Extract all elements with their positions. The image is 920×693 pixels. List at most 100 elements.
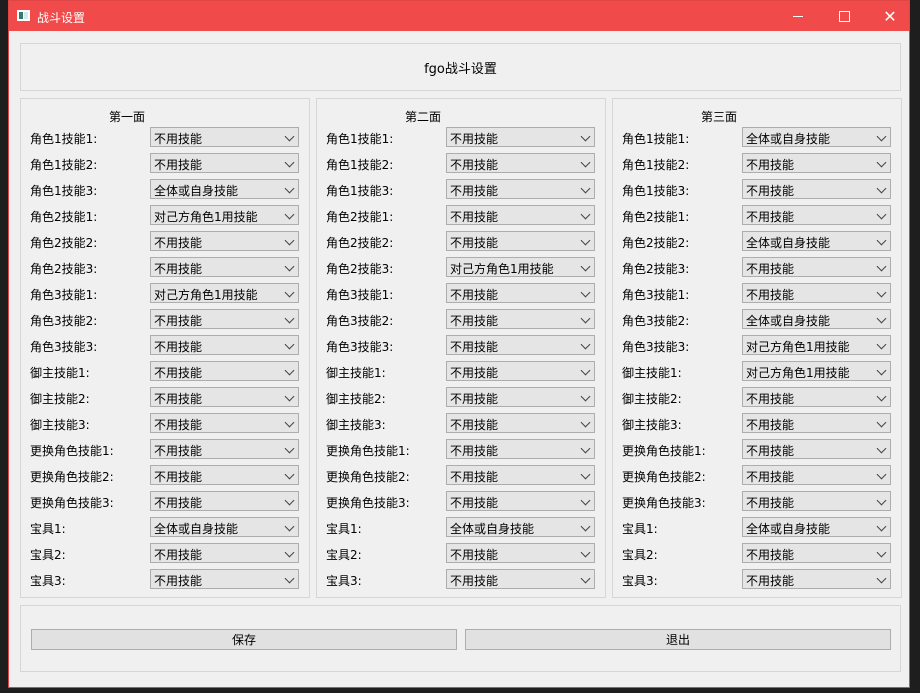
skill-select[interactable]: 不用技能 (446, 387, 595, 407)
exit-button[interactable]: 退出 (465, 629, 891, 650)
skill-select[interactable]: 全体或自身技能 (742, 231, 891, 251)
skill-select-value: 不用技能 (746, 158, 795, 172)
chevron-down-icon (580, 183, 591, 194)
setting-label: 宝具3: (622, 574, 658, 588)
skill-select[interactable]: 不用技能 (742, 179, 891, 199)
setting-row: 角色2技能2: 不用技能 (317, 231, 605, 251)
skill-select[interactable]: 不用技能 (446, 413, 595, 433)
maximize-button[interactable] (821, 1, 867, 31)
setting-row: 御主技能2: 不用技能 (317, 387, 605, 407)
skill-select[interactable]: 不用技能 (150, 491, 299, 511)
footer-panel: 保存 退出 (20, 605, 901, 672)
skill-select[interactable]: 不用技能 (150, 387, 299, 407)
setting-row: 宝具3: 不用技能 (613, 569, 901, 589)
skill-select[interactable]: 全体或自身技能 (742, 127, 891, 147)
skill-select[interactable]: 不用技能 (446, 491, 595, 511)
setting-row: 角色3技能3: 对己方角色1用技能 (613, 335, 901, 355)
skill-select[interactable]: 不用技能 (446, 335, 595, 355)
group-wave-3: 第三面 角色1技能1: 全体或自身技能 角色1技能2: 不用技能 角色1技能3: 不用技能角… (612, 98, 902, 598)
skill-select[interactable]: 不用技能 (150, 413, 299, 433)
skill-select[interactable]: 不用技能 (150, 257, 299, 277)
skill-select[interactable]: 不用技能 (150, 335, 299, 355)
skill-select[interactable]: 不用技能 (150, 231, 299, 251)
skill-select[interactable]: 不用技能 (150, 439, 299, 459)
chevron-down-icon (580, 469, 591, 480)
skill-select[interactable]: 全体或自身技能 (446, 517, 595, 537)
skill-select[interactable]: 对己方角色1用技能 (150, 283, 299, 303)
skill-select-value: 不用技能 (746, 444, 795, 458)
skill-select[interactable]: 全体或自身技能 (742, 309, 891, 329)
chevron-down-icon (876, 547, 887, 558)
skill-select-value: 不用技能 (450, 288, 499, 302)
skill-select[interactable]: 对己方角色1用技能 (742, 335, 891, 355)
skill-select[interactable]: 不用技能 (742, 413, 891, 433)
minimize-button[interactable] (775, 1, 821, 31)
skill-select[interactable]: 不用技能 (742, 439, 891, 459)
setting-label: 角色1技能3: (326, 184, 394, 198)
skill-select-value: 对己方角色1用技能 (450, 262, 554, 276)
skill-select[interactable]: 不用技能 (150, 569, 299, 589)
skill-select[interactable]: 全体或自身技能 (150, 517, 299, 537)
setting-row: 角色3技能3: 不用技能 (21, 335, 309, 355)
skill-select[interactable]: 不用技能 (742, 153, 891, 173)
skill-select[interactable]: 不用技能 (742, 491, 891, 511)
skill-select[interactable]: 不用技能 (446, 309, 595, 329)
setting-row: 角色2技能1: 不用技能 (317, 205, 605, 225)
setting-row: 宝具3: 不用技能 (21, 569, 309, 589)
skill-select[interactable]: 不用技能 (150, 543, 299, 563)
skill-select[interactable]: 不用技能 (446, 231, 595, 251)
skill-select[interactable]: 不用技能 (446, 465, 595, 485)
skill-select[interactable]: 不用技能 (446, 205, 595, 225)
skill-select[interactable]: 不用技能 (446, 543, 595, 563)
skill-select-value: 不用技能 (450, 314, 499, 328)
skill-select[interactable]: 不用技能 (150, 309, 299, 329)
skill-select[interactable]: 不用技能 (150, 127, 299, 147)
close-button[interactable]: ✕ (867, 1, 913, 31)
skill-select[interactable]: 不用技能 (742, 465, 891, 485)
skill-select[interactable]: 全体或自身技能 (150, 179, 299, 199)
skill-select[interactable]: 不用技能 (150, 361, 299, 381)
skill-select[interactable]: 不用技能 (742, 205, 891, 225)
save-button[interactable]: 保存 (31, 629, 457, 650)
skill-select[interactable]: 不用技能 (150, 465, 299, 485)
skill-select[interactable]: 不用技能 (742, 387, 891, 407)
skill-select[interactable]: 不用技能 (446, 283, 595, 303)
skill-select[interactable]: 不用技能 (742, 569, 891, 589)
skill-select[interactable]: 不用技能 (446, 439, 595, 459)
skill-select[interactable]: 不用技能 (742, 283, 891, 303)
setting-label: 宝具3: (326, 574, 362, 588)
setting-row: 角色2技能2: 不用技能 (21, 231, 309, 251)
skill-select-value: 不用技能 (450, 236, 499, 250)
title-bar[interactable]: 战斗设置 ✕ (9, 1, 909, 31)
setting-label: 角色3技能1: (622, 288, 690, 302)
skill-select-value: 不用技能 (746, 548, 795, 562)
skill-select[interactable]: 不用技能 (742, 257, 891, 277)
skill-select[interactable]: 不用技能 (446, 127, 595, 147)
chevron-down-icon (284, 131, 295, 142)
chevron-down-icon (580, 287, 591, 298)
chevron-down-icon (876, 157, 887, 168)
skill-select-value: 不用技能 (450, 470, 499, 484)
skill-select[interactable]: 对己方角色1用技能 (742, 361, 891, 381)
skill-select[interactable]: 全体或自身技能 (742, 517, 891, 537)
setting-row: 更换角色技能1: 不用技能 (613, 439, 901, 459)
skill-select[interactable]: 不用技能 (742, 543, 891, 563)
skill-select-value: 不用技能 (154, 548, 203, 562)
skill-select[interactable]: 不用技能 (446, 179, 595, 199)
skill-select[interactable]: 对己方角色1用技能 (446, 257, 595, 277)
skill-select-value: 全体或自身技能 (450, 522, 535, 536)
skill-select[interactable]: 对己方角色1用技能 (150, 205, 299, 225)
chevron-down-icon (876, 521, 887, 532)
settings-window: 战斗设置 ✕ fgo战斗设置 第一面 角色1技能1: 不用技能 角色1技能2: 不用技能… (8, 0, 910, 688)
skill-select[interactable]: 不用技能 (150, 153, 299, 173)
chevron-down-icon (284, 443, 295, 454)
skill-select-value: 对己方角色1用技能 (746, 366, 850, 380)
skill-select[interactable]: 不用技能 (446, 569, 595, 589)
setting-label: 角色1技能2: (622, 158, 690, 172)
skill-select[interactable]: 不用技能 (446, 153, 595, 173)
skill-select-value: 不用技能 (154, 470, 203, 484)
skill-select[interactable]: 不用技能 (446, 361, 595, 381)
close-icon: ✕ (883, 6, 897, 26)
setting-row: 宝具2: 不用技能 (613, 543, 901, 563)
setting-label: 角色3技能2: (622, 314, 690, 328)
